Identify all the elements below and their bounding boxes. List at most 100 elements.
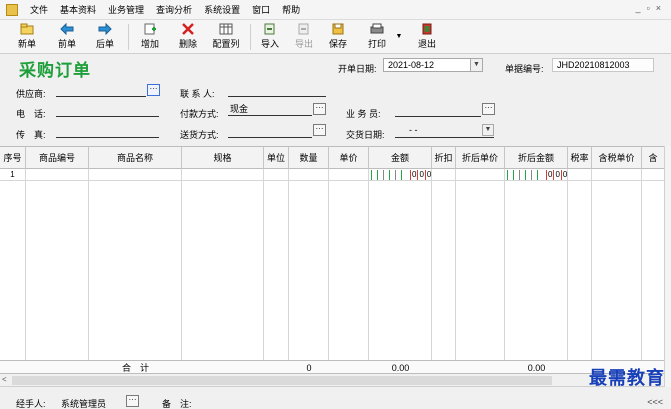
menu-help[interactable]: 帮助	[276, 3, 306, 16]
import-button[interactable]: 导入	[253, 22, 287, 52]
save-button[interactable]: 保存	[321, 22, 355, 52]
col-header-quantity[interactable]: 数量	[289, 147, 329, 169]
restore-button[interactable]: ▫	[647, 3, 650, 13]
save-icon	[330, 22, 346, 36]
grid-column-divider	[288, 169, 289, 360]
payment-lookup-button[interactable]: ···	[313, 103, 326, 115]
order-lines-grid: 序号 商品编号 商品名称 规格 单位 数量 单价 金额 折扣 折后单价 折后金额…	[0, 146, 664, 374]
totals-label: 合 计	[121, 363, 149, 373]
print-dropdown-arrow[interactable]: ▼	[392, 22, 406, 52]
add-button[interactable]: 增加	[133, 22, 167, 52]
menu-settings[interactable]: 系统设置	[198, 3, 246, 16]
order-footer: 经手人: 系统管理员 ··· 备 注:	[0, 389, 671, 409]
menu-file[interactable]: 文件	[24, 3, 54, 16]
minimize-button[interactable]: _	[636, 3, 641, 13]
printer-icon	[369, 22, 385, 36]
order-date-field[interactable]: 2021-08-12 ▼	[383, 58, 483, 72]
grid-column-divider	[591, 169, 592, 360]
col-header-tax-price[interactable]: 含税单价	[592, 147, 642, 169]
totals-row: 合 计 0 0.00 0.00	[0, 360, 664, 373]
col-header-product-name[interactable]: 商品名称	[89, 147, 182, 169]
col-header-spec[interactable]: 规格	[182, 147, 264, 169]
export-icon	[296, 22, 312, 36]
scrollbar-thumb[interactable]	[12, 376, 552, 385]
order-header-form: 采购订单 开单日期: 2021-08-12 ▼ 单据编号: JHD2021081…	[0, 54, 671, 146]
new-button[interactable]: 新单	[10, 22, 44, 52]
exit-icon	[419, 22, 435, 36]
fax-field[interactable]	[56, 126, 159, 138]
col-header-net-price[interactable]: 折后单价	[456, 147, 505, 169]
handler-lookup-button[interactable]: ···	[126, 395, 139, 407]
doc-number-field[interactable]: JHD20210812003	[552, 58, 654, 72]
phone-field[interactable]	[56, 105, 159, 117]
col-header-index[interactable]: 序号	[0, 147, 26, 169]
table-row[interactable]: 1 0 0 0 0 0 0	[0, 169, 664, 181]
menu-window[interactable]: 窗口	[246, 3, 276, 16]
menu-query[interactable]: 查询分析	[150, 3, 198, 16]
delete-x-icon	[180, 22, 196, 36]
grid-column-divider	[455, 169, 456, 360]
page-title: 采购订单	[19, 61, 91, 81]
chevron-down-icon[interactable]: ▼	[470, 59, 482, 71]
menu-business[interactable]: 业务管理	[102, 3, 150, 16]
col-header-unit[interactable]: 单位	[264, 147, 289, 169]
scroll-left-icon[interactable]: <	[2, 375, 12, 385]
exit-button[interactable]: 退出	[410, 22, 444, 52]
vertical-scrollbar[interactable]	[664, 146, 671, 387]
salesman-lookup-button[interactable]: ···	[482, 103, 495, 115]
close-button[interactable]: ×	[656, 3, 661, 13]
salesman-field[interactable]	[395, 105, 481, 117]
supplier-field[interactable]	[56, 85, 146, 97]
delivery-method-label: 送货方式:	[180, 130, 219, 140]
row-index: 1	[10, 170, 15, 179]
menu-basic-data[interactable]: 基本资料	[54, 3, 102, 16]
col-header-product-code[interactable]: 商品编号	[26, 147, 89, 169]
grid-column-divider	[567, 169, 568, 360]
next-button[interactable]: 后单	[88, 22, 122, 52]
config-columns-icon	[218, 22, 234, 36]
contact-field[interactable]	[228, 85, 326, 97]
toolbar-separator	[128, 24, 129, 50]
payment-method-label: 付款方式:	[180, 109, 219, 119]
handler-value[interactable]: 系统管理员	[61, 397, 106, 409]
phone-label: 电 话:	[16, 109, 46, 119]
prev-button[interactable]: 前单	[50, 22, 84, 52]
grid-column-divider	[641, 169, 642, 360]
import-icon	[262, 22, 278, 36]
prev-arrow-icon	[59, 22, 75, 36]
grid-column-divider	[328, 169, 329, 360]
grid-column-divider	[263, 169, 264, 360]
delivery-date-field[interactable]: - - ▼	[395, 124, 494, 138]
print-button[interactable]: 打印	[360, 22, 394, 52]
supplier-label: 供应商:	[16, 89, 46, 99]
amount-cell[interactable]: 0 0 0	[410, 170, 432, 180]
net-amount-digit-ticks	[507, 170, 543, 180]
grid-column-divider	[25, 169, 26, 360]
col-header-discount[interactable]: 折扣	[432, 147, 456, 169]
contact-label: 联 系 人:	[180, 89, 215, 99]
col-header-tax-rate[interactable]: 税率	[568, 147, 592, 169]
totals-net-amount: 0.00	[527, 363, 546, 373]
payment-method-field[interactable]: 现金	[228, 104, 312, 116]
menu-bar: 文件 基本资料 业务管理 查询分析 系统设置 窗口 帮助 _ ▫ ×	[0, 0, 671, 20]
net-amount-cell[interactable]: 0 0 0	[546, 170, 568, 180]
col-header-unit-price[interactable]: 单价	[329, 147, 369, 169]
order-date-label: 开单日期:	[338, 64, 377, 74]
col-header-tax-amount[interactable]: 含	[642, 147, 664, 169]
toolbar: 新单 前单 后单 增加 删除 配置列 导入 导出 保存 打印 ▼ 退出	[0, 20, 671, 54]
config-columns-button[interactable]: 配置列	[209, 22, 243, 52]
totals-quantity: 0	[306, 363, 312, 373]
collapse-button[interactable]: <<<	[647, 397, 663, 407]
delivery-lookup-button[interactable]: ···	[313, 124, 326, 136]
col-header-net-amount[interactable]: 折后金额	[505, 147, 568, 169]
delivery-method-field[interactable]	[228, 126, 312, 138]
supplier-lookup-button[interactable]: ···	[147, 84, 160, 96]
export-button[interactable]: 导出	[287, 22, 321, 52]
amount-digit-ticks	[371, 170, 407, 180]
chevron-down-icon[interactable]: ▼	[482, 124, 494, 136]
delivery-date-label: 交货日期:	[346, 130, 385, 140]
delete-button[interactable]: 删除	[171, 22, 205, 52]
watermark-text: 最需教育	[589, 368, 665, 389]
col-header-amount[interactable]: 金额	[369, 147, 432, 169]
horizontal-scrollbar[interactable]: <	[0, 374, 664, 387]
